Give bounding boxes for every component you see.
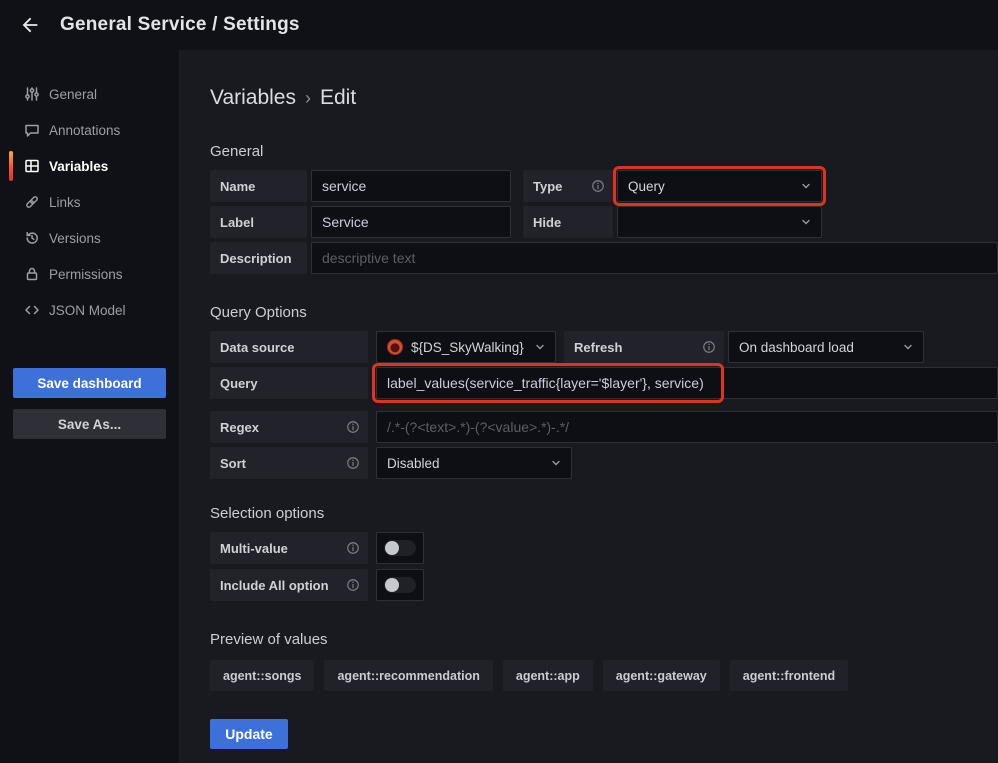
description-row: Description <box>210 242 998 274</box>
variable-edit-main: Variables › Edit General Name Type Query <box>180 50 998 763</box>
sidebar-item-permissions[interactable]: Permissions <box>0 256 179 292</box>
name-type-row: Name Type Query <box>210 170 998 202</box>
save-as-button[interactable]: Save As... <box>13 409 166 439</box>
sidebar-item-json-model[interactable]: JSON Model <box>0 292 179 328</box>
multi-value-toggle[interactable] <box>376 532 424 564</box>
sidebar-item-label: Permissions <box>49 267 123 282</box>
sidebar-item-label: Versions <box>49 231 101 246</box>
label-input[interactable] <box>311 206 511 238</box>
datasource-refresh-row: Data source ${DS_SkyWalking} Refresh On … <box>210 331 998 363</box>
info-icon[interactable] <box>702 340 716 354</box>
description-input[interactable] <box>311 242 998 274</box>
hide-select[interactable] <box>617 206 822 238</box>
query-input[interactable] <box>376 367 998 399</box>
page-header: General Service / Settings <box>0 0 998 50</box>
sidebar-item-label: Links <box>49 195 81 210</box>
chevron-down-icon <box>534 341 546 353</box>
regex-input[interactable] <box>376 411 998 443</box>
toggle-knob <box>385 578 399 592</box>
comment-icon <box>24 122 40 138</box>
code-icon <box>24 302 40 318</box>
sidebar-item-general[interactable]: General <box>0 76 179 112</box>
settings-sidebar: General Annotations Variables Links Vers… <box>0 50 180 763</box>
query-options-heading: Query Options <box>210 304 998 321</box>
sort-field-label: Sort <box>210 447 368 479</box>
breadcrumb: Variables › Edit <box>210 86 998 110</box>
sidebar-item-links[interactable]: Links <box>0 184 179 220</box>
sidebar-item-label: JSON Model <box>49 303 126 318</box>
page-title: General Service / Settings <box>60 14 300 36</box>
skywalking-logo-icon <box>387 339 403 355</box>
query-field-label: Query <box>210 367 368 399</box>
dashboard-settings-page: General Service / Settings General Annot… <box>0 0 998 763</box>
breadcrumb-page: Edit <box>320 86 356 110</box>
datasource-field-label: Data source <box>210 331 368 363</box>
preview-heading: Preview of values <box>210 631 998 648</box>
chevron-down-icon <box>550 457 562 469</box>
toggle-knob <box>385 541 399 555</box>
chevron-down-icon <box>902 341 914 353</box>
lock-icon <box>24 266 40 282</box>
name-field-label: Name <box>210 170 307 202</box>
multi-value-field-label: Multi-value <box>210 532 368 564</box>
sidebar-item-label: Variables <box>49 159 108 174</box>
sort-row: Sort Disabled <box>210 447 998 479</box>
multi-value-row: Multi-value <box>210 532 998 564</box>
info-icon[interactable] <box>591 179 605 193</box>
type-field-label: Type <box>523 170 613 202</box>
refresh-field-label: Refresh <box>564 331 724 363</box>
update-button[interactable]: Update <box>210 719 288 749</box>
history-icon <box>24 230 40 246</box>
breadcrumb-separator: › <box>305 87 311 109</box>
preview-value-chip: agent::app <box>503 660 593 691</box>
sidebar-item-variables[interactable]: Variables <box>0 148 179 184</box>
selection-options-heading: Selection options <box>210 505 998 522</box>
preview-value-chip: agent::songs <box>210 660 314 691</box>
description-field-label: Description <box>210 242 307 274</box>
general-section-heading: General <box>210 143 998 160</box>
grid-icon <box>24 158 40 174</box>
sidebar-item-label: Annotations <box>49 123 120 138</box>
type-select[interactable]: Query <box>617 170 822 202</box>
link-icon <box>24 194 40 210</box>
query-row: Query <box>210 367 998 399</box>
back-arrow-icon[interactable] <box>14 9 46 41</box>
preview-value-chip: agent::gateway <box>603 660 720 691</box>
breadcrumb-section[interactable]: Variables <box>210 86 296 110</box>
sidebar-item-versions[interactable]: Versions <box>0 220 179 256</box>
regex-row: Regex <box>210 411 998 443</box>
save-dashboard-button[interactable]: Save dashboard <box>13 368 166 398</box>
chevron-down-icon <box>800 180 812 192</box>
include-all-toggle[interactable] <box>376 569 424 601</box>
hide-field-label: Hide <box>523 206 613 238</box>
include-all-field-label: Include All option <box>210 569 368 601</box>
sidebar-item-annotations[interactable]: Annotations <box>0 112 179 148</box>
label-hide-row: Label Hide <box>210 206 998 238</box>
preview-value-chip: agent::recommendation <box>324 660 492 691</box>
refresh-select[interactable]: On dashboard load <box>728 331 924 363</box>
chevron-down-icon <box>800 216 812 228</box>
include-all-row: Include All option <box>210 569 998 601</box>
preview-value-chip: agent::frontend <box>730 660 848 691</box>
preview-values: agent::songs agent::recommendation agent… <box>210 660 998 691</box>
sliders-icon <box>24 86 40 102</box>
datasource-select[interactable]: ${DS_SkyWalking} <box>376 331 556 363</box>
name-input[interactable] <box>311 170 511 202</box>
info-icon[interactable] <box>346 541 360 555</box>
regex-field-label: Regex <box>210 411 368 443</box>
info-icon[interactable] <box>346 578 360 592</box>
info-icon[interactable] <box>346 456 360 470</box>
label-field-label: Label <box>210 206 307 238</box>
sort-select[interactable]: Disabled <box>376 447 572 479</box>
sidebar-item-label: General <box>49 87 97 102</box>
info-icon[interactable] <box>346 420 360 434</box>
